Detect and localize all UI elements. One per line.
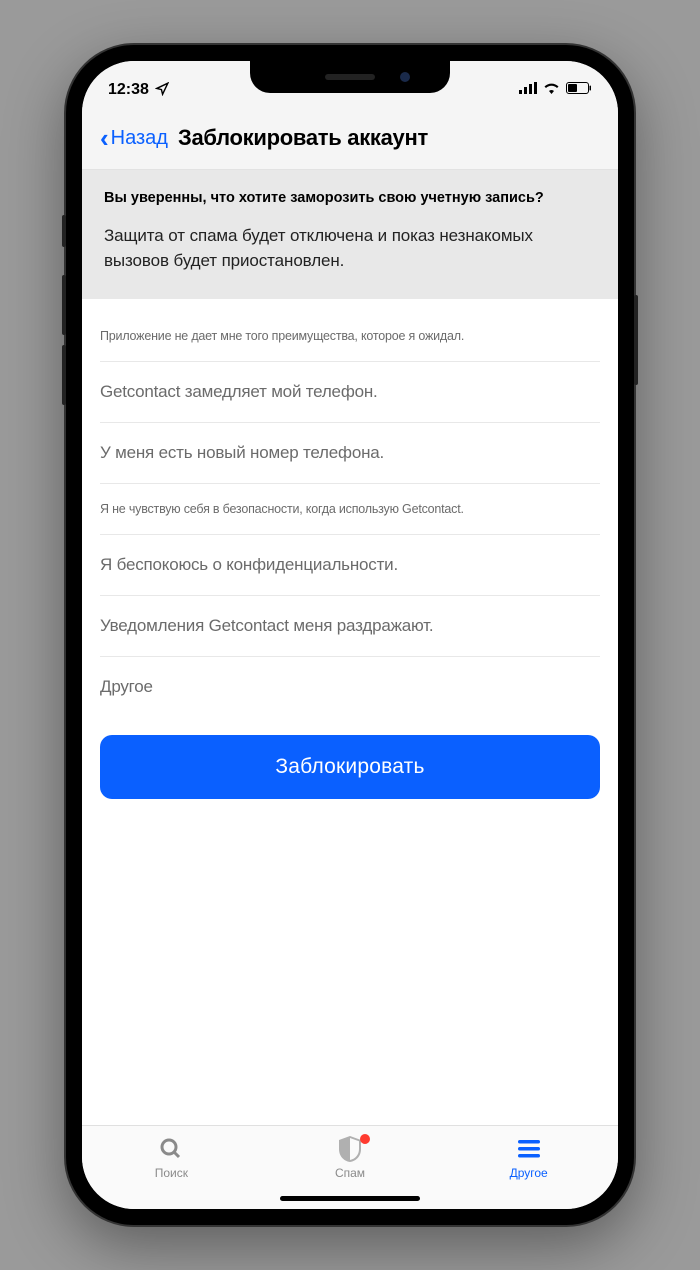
tab-label: Спам [335, 1166, 365, 1180]
nav-bar: ‹ Назад Заблокировать аккаунт [82, 111, 618, 170]
banner-title: Вы уверенны, что хотите заморозить свою … [104, 190, 596, 206]
search-icon [159, 1136, 183, 1162]
tab-search[interactable]: Поиск [121, 1136, 221, 1180]
screen: 12:38 ‹ Назад [82, 61, 618, 1209]
reason-option[interactable]: Приложение не дает мне того преимущества… [100, 311, 600, 362]
battery-icon [566, 81, 592, 99]
reason-option[interactable]: Другое [100, 657, 600, 717]
tab-label: Другое [510, 1166, 548, 1180]
volume-up-button [62, 275, 66, 335]
notification-badge [360, 1134, 370, 1144]
home-indicator[interactable] [280, 1196, 420, 1201]
tab-label: Поиск [155, 1166, 188, 1180]
spacer [82, 799, 618, 1125]
front-camera [400, 72, 410, 82]
reasons-list: Приложение не дает мне того преимущества… [82, 299, 618, 717]
block-button[interactable]: Заблокировать [100, 735, 600, 799]
action-area: Заблокировать [82, 717, 618, 799]
location-icon [155, 82, 169, 99]
back-label: Назад [111, 127, 168, 150]
phone-frame: 12:38 ‹ Назад [66, 45, 634, 1225]
menu-icon [518, 1136, 540, 1162]
shield-icon [339, 1136, 361, 1162]
reason-option[interactable]: Я беспокоюсь о конфиденциальности. [100, 535, 600, 596]
page-title: Заблокировать аккаунт [178, 125, 428, 151]
back-button[interactable]: ‹ Назад [100, 125, 168, 151]
notch [250, 61, 450, 93]
cellular-icon [519, 81, 537, 99]
reason-option[interactable]: Getcontact замедляет мой телефон. [100, 362, 600, 423]
tab-spam[interactable]: Спам [300, 1136, 400, 1180]
speaker [325, 74, 375, 80]
reason-option[interactable]: Уведомления Getcontact меня раздражают. [100, 596, 600, 657]
reason-option[interactable]: У меня есть новый номер телефона. [100, 423, 600, 484]
chevron-left-icon: ‹ [100, 125, 109, 151]
status-left: 12:38 [108, 81, 169, 99]
wifi-icon [543, 81, 560, 99]
tab-other[interactable]: Другое [479, 1136, 579, 1180]
banner-subtitle: Защита от спама будет отключена и показ … [104, 224, 596, 273]
warning-banner: Вы уверенны, что хотите заморозить свою … [82, 170, 618, 299]
silence-switch [62, 215, 66, 247]
reason-option[interactable]: Я не чувствую себя в безопасности, когда… [100, 484, 600, 535]
status-time: 12:38 [108, 81, 149, 99]
status-right [519, 81, 592, 99]
power-button [634, 295, 638, 385]
volume-down-button [62, 345, 66, 405]
